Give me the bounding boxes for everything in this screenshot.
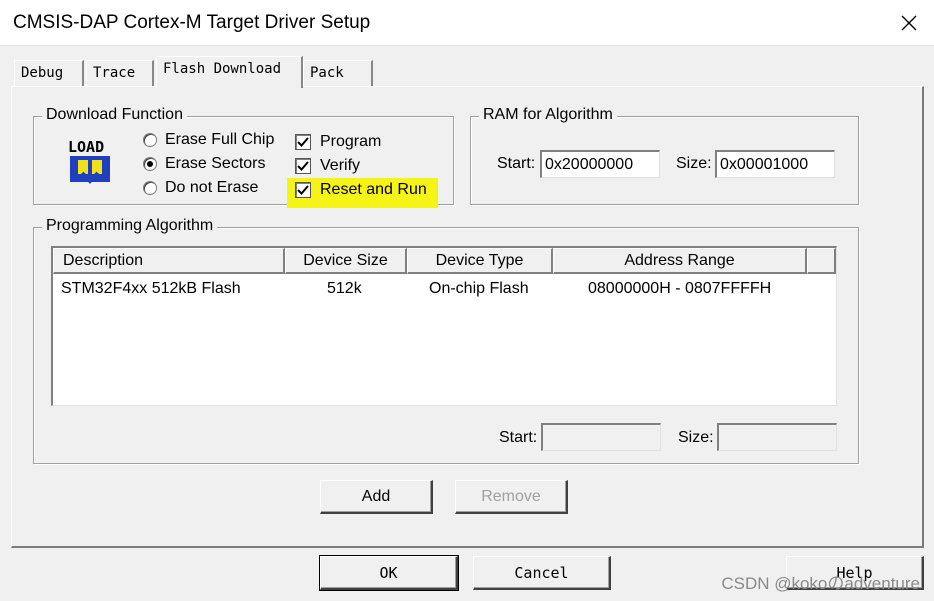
window-title: CMSIS-DAP Cortex-M Target Driver Setup <box>13 12 371 33</box>
radio-circle-selected <box>143 157 157 171</box>
check-reset-and-run-label: Reset and Run <box>320 181 427 198</box>
check-program-label: Program <box>320 133 382 150</box>
column-header-address-range[interactable]: Address Range <box>553 248 807 274</box>
ok-button[interactable]: OK <box>319 555 459 591</box>
load-icon: LOAD <box>66 137 116 185</box>
cell-device-type: On-chip Flash <box>429 280 529 297</box>
ram-for-algorithm-label: RAM for Algorithm <box>479 106 617 124</box>
close-icon <box>901 15 917 31</box>
cell-address-range: 08000000H - 0807FFFFH <box>588 280 772 297</box>
cancel-button[interactable]: Cancel <box>473 556 611 590</box>
tab-pack[interactable]: Pack <box>303 60 373 86</box>
cell-device-size: 512k <box>327 280 362 297</box>
ram-start-label: Start: <box>497 155 536 172</box>
radio-circle <box>143 133 157 147</box>
algorithm-start-label: Start: <box>499 429 538 446</box>
check-reset-and-run[interactable]: Reset and Run <box>295 181 427 199</box>
column-header-device-size[interactable]: Device Size <box>285 248 407 274</box>
ram-start-field[interactable]: 0x20000000 <box>540 150 660 178</box>
tab-flash-download[interactable]: Flash Download <box>156 56 303 88</box>
check-verify-label: Verify <box>320 157 361 174</box>
close-button[interactable] <box>884 0 934 46</box>
tab-debug[interactable]: Debug <box>14 60 84 86</box>
checkbox <box>295 182 311 198</box>
ram-size-label: Size: <box>676 155 712 172</box>
title-bar: CMSIS-DAP Cortex-M Target Driver Setup <box>0 0 934 46</box>
checkmark-icon <box>297 185 309 195</box>
algorithm-size-field[interactable] <box>717 423 837 451</box>
programming-algorithm-label: Programming Algorithm <box>42 217 218 235</box>
algorithm-start-field[interactable] <box>541 423 661 451</box>
radio-erase-sectors-label: Erase Sectors <box>165 155 266 172</box>
checkmark-icon <box>297 137 309 147</box>
radio-erase-full-chip-label: Erase Full Chip <box>165 131 275 148</box>
checkbox <box>295 134 311 150</box>
radio-erase-full-chip[interactable]: Erase Full Chip <box>143 131 274 149</box>
radio-do-not-erase-label: Do not Erase <box>165 179 259 196</box>
tab-trace[interactable]: Trace <box>86 60 154 86</box>
cell-description: STM32F4xx 512kB Flash <box>61 280 241 297</box>
column-header-description[interactable]: Description <box>53 248 285 274</box>
column-header-device-type[interactable]: Device Type <box>407 248 553 274</box>
download-function-label: Download Function <box>42 106 187 124</box>
watermark-text: CSDN @kokoのadventure <box>721 574 920 593</box>
radio-circle <box>143 181 157 195</box>
load-icon-text: LOAD <box>68 138 104 156</box>
algorithm-list[interactable]: Description Device Size Device Type Addr… <box>51 246 837 406</box>
column-header-filler <box>807 248 836 274</box>
remove-button[interactable]: Remove <box>455 480 568 514</box>
ram-size-field[interactable]: 0x00001000 <box>715 150 835 178</box>
radio-erase-sectors[interactable]: Erase Sectors <box>143 155 265 173</box>
check-program[interactable]: Program <box>295 133 381 151</box>
checkbox <box>295 158 311 174</box>
algorithm-size-label: Size: <box>678 429 714 446</box>
add-button[interactable]: Add <box>320 480 433 514</box>
check-verify[interactable]: Verify <box>295 157 360 175</box>
checkmark-icon <box>297 161 309 171</box>
radio-do-not-erase[interactable]: Do not Erase <box>143 179 258 197</box>
